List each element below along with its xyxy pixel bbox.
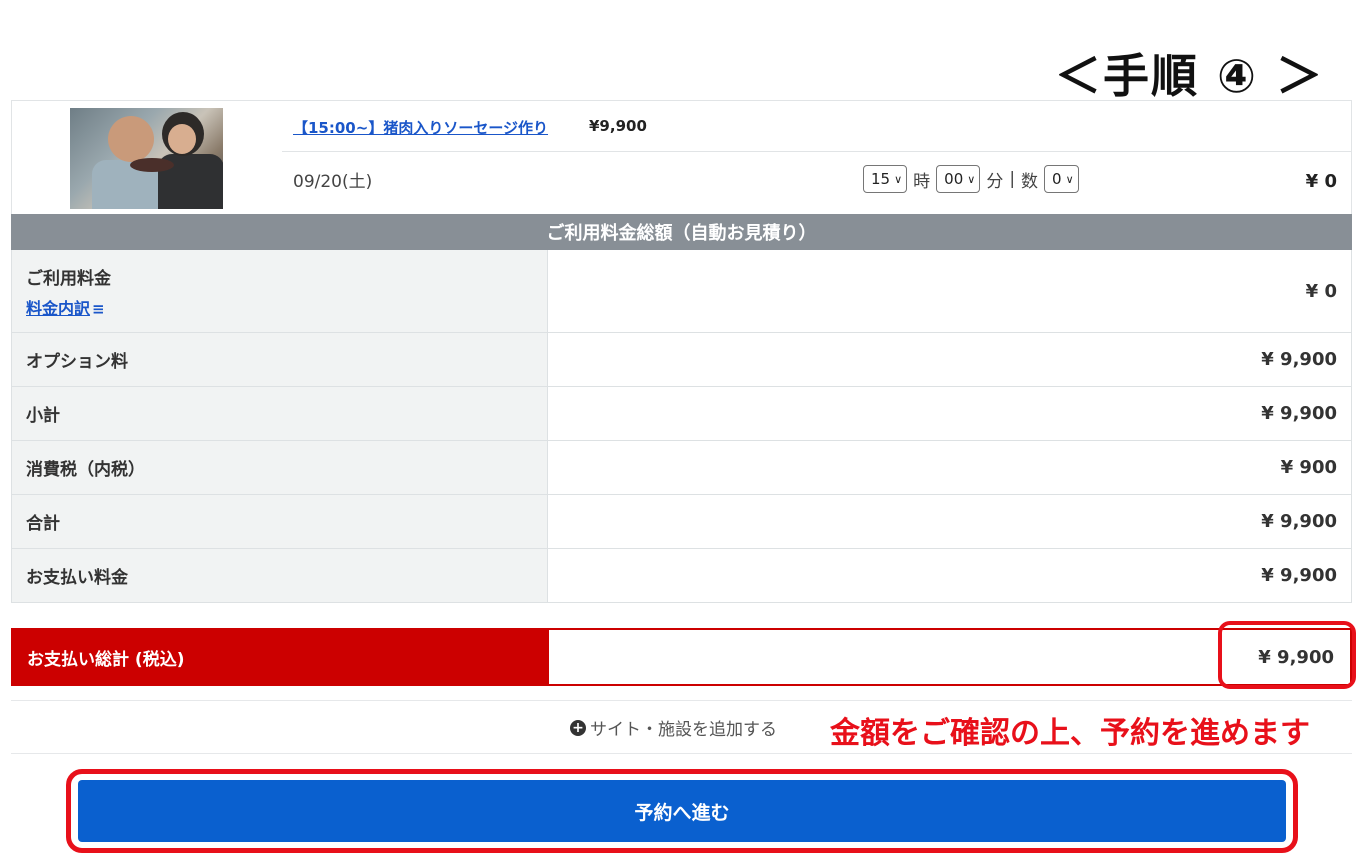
menu-icon: ≡ <box>92 299 105 318</box>
grand-total-highlight <box>1218 621 1356 689</box>
product-row: 【15:00~】猪肉入りソーセージ作り ¥9,900 09/20(土) 15 ∨… <box>11 100 1352 214</box>
product-date: 09/20(土) <box>293 172 373 192</box>
payment-value: ¥ 9,900 <box>1261 565 1337 586</box>
summary-table: ご利用料金 料金内訳 ≡ ¥ 0 オプション料 ¥ 9,900 小計 ¥ 9,90… <box>11 250 1352 603</box>
hour-unit: 時 <box>913 171 931 192</box>
hour-select-value: 15 <box>871 170 891 188</box>
time-quantity-selectors: 15 ∨ 時 00 ∨ 分 | 数 0 ∨ <box>863 165 1079 193</box>
minute-select[interactable]: 00 ∨ <box>936 165 981 193</box>
product-divider <box>282 151 1352 152</box>
chevron-down-icon: ∨ <box>1065 172 1074 186</box>
instruction-note: 金額をご確認の上、予約を進めます <box>830 716 1310 751</box>
table-row: 消費税（内税） ¥ 900 <box>12 440 1351 494</box>
usage-fee-value: ¥ 0 <box>1305 280 1337 302</box>
total-value: ¥ 9,900 <box>1261 511 1337 532</box>
product-price: ¥9,900 <box>589 117 647 135</box>
fee-breakdown-link[interactable]: 料金内訳 ≡ <box>26 295 547 319</box>
grand-total-row: お支払い総計 (税込) ¥ 9,900 <box>11 628 1352 686</box>
option-fee-value: ¥ 9,900 <box>1261 349 1337 370</box>
row-label: ご利用料金 料金内訳 ≡ <box>12 250 548 332</box>
divider <box>11 700 1352 701</box>
minute-unit: 分 <box>986 171 1004 192</box>
option-fee-label: オプション料 <box>12 333 548 386</box>
subtotal-label: 小計 <box>12 387 548 440</box>
hour-select[interactable]: 15 ∨ <box>863 165 908 193</box>
minute-select-value: 00 <box>944 170 964 188</box>
tax-label: 消費税（内税） <box>12 441 548 494</box>
chevron-down-icon: ∨ <box>967 172 976 186</box>
product-amount: ¥ 0 <box>1305 171 1337 192</box>
step-title: ＜手順 ④ ＞ <box>1055 49 1324 103</box>
total-label: 合計 <box>12 495 548 548</box>
table-row: お支払い料金 ¥ 9,900 <box>12 548 1351 602</box>
usage-fee-label: ご利用料金 <box>26 268 111 289</box>
summary-heading: ご利用料金総額（自動お見積り） <box>11 214 1352 250</box>
product-thumbnail <box>70 108 223 209</box>
count-select[interactable]: 0 ∨ <box>1044 165 1079 193</box>
add-site-link[interactable]: + サイト・施設を追加する <box>570 715 777 740</box>
payment-label: お支払い料金 <box>12 549 548 602</box>
separator: | <box>1009 169 1016 189</box>
subtotal-value: ¥ 9,900 <box>1261 403 1337 424</box>
table-row: 合計 ¥ 9,900 <box>12 494 1351 548</box>
fee-breakdown-label: 料金内訳 <box>26 298 91 318</box>
chevron-down-icon: ∨ <box>894 172 903 186</box>
count-label: 数 <box>1021 171 1039 192</box>
grand-total-label: お支払い総計 (税込) <box>13 630 549 684</box>
table-row: 小計 ¥ 9,900 <box>12 386 1351 440</box>
divider <box>11 753 1352 754</box>
table-row: オプション料 ¥ 9,900 <box>12 332 1351 386</box>
product-link[interactable]: 【15:00~】猪肉入りソーセージ作り <box>293 117 548 138</box>
add-site-label: サイト・施設を追加する <box>590 720 777 740</box>
proceed-to-reservation-button[interactable]: 予約へ進む <box>78 780 1286 842</box>
table-row: ご利用料金 料金内訳 ≡ ¥ 0 <box>12 250 1351 332</box>
tax-value: ¥ 900 <box>1280 457 1337 478</box>
count-select-value: 0 <box>1052 170 1062 188</box>
plus-circle-icon: + <box>570 719 586 736</box>
